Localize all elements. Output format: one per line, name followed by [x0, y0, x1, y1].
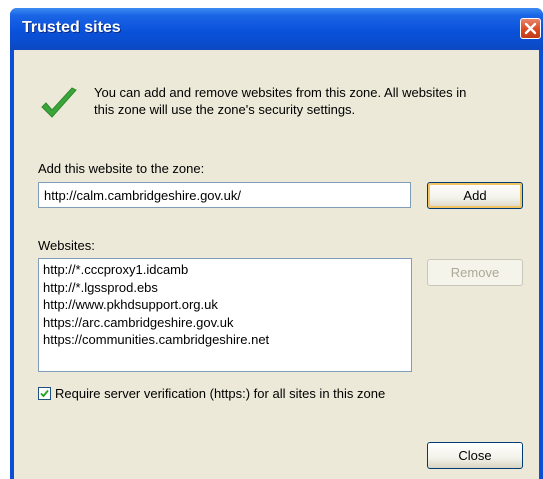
websites-label: Websites:	[38, 238, 95, 253]
window-title: Trusted sites	[22, 19, 121, 36]
list-item[interactable]: https://communities.cambridgeshire.net	[43, 331, 407, 349]
dialog-window: Trusted sites You can add and remove web…	[10, 8, 543, 479]
list-item[interactable]: http://www.pkhdsupport.org.uk	[43, 296, 407, 314]
close-window-button[interactable]	[520, 18, 541, 39]
list-item[interactable]: http://*.lgssprod.ebs	[43, 279, 407, 297]
add-button[interactable]: Add	[427, 182, 523, 209]
verification-checkbox-row[interactable]: Require server verification (https:) for…	[38, 386, 385, 401]
verification-checkbox[interactable]	[38, 387, 51, 400]
check-mark-icon	[40, 389, 49, 398]
list-item[interactable]: https://arc.cambridgeshire.gov.uk	[43, 314, 407, 332]
website-url-input[interactable]	[38, 182, 411, 208]
remove-button[interactable]: Remove	[427, 259, 523, 286]
list-item[interactable]: http://*.cccproxy1.idcamb	[43, 261, 407, 279]
intro-line-1: You can add and remove websites from thi…	[94, 85, 467, 100]
checkmark-icon	[41, 87, 77, 118]
title-bar[interactable]: Trusted sites	[10, 8, 543, 50]
dialog-body: You can add and remove websites from thi…	[14, 50, 539, 479]
websites-list[interactable]: http://*.cccproxy1.idcamb http://*.lgssp…	[38, 258, 412, 372]
close-button[interactable]: Close	[427, 442, 523, 469]
intro-text: You can add and remove websites from thi…	[94, 84, 534, 118]
verification-label[interactable]: Require server verification (https:) for…	[55, 386, 385, 401]
intro-line-2: this zone will use the zone's security s…	[94, 102, 356, 117]
add-website-label: Add this website to the zone:	[38, 161, 205, 176]
close-icon	[524, 22, 537, 35]
